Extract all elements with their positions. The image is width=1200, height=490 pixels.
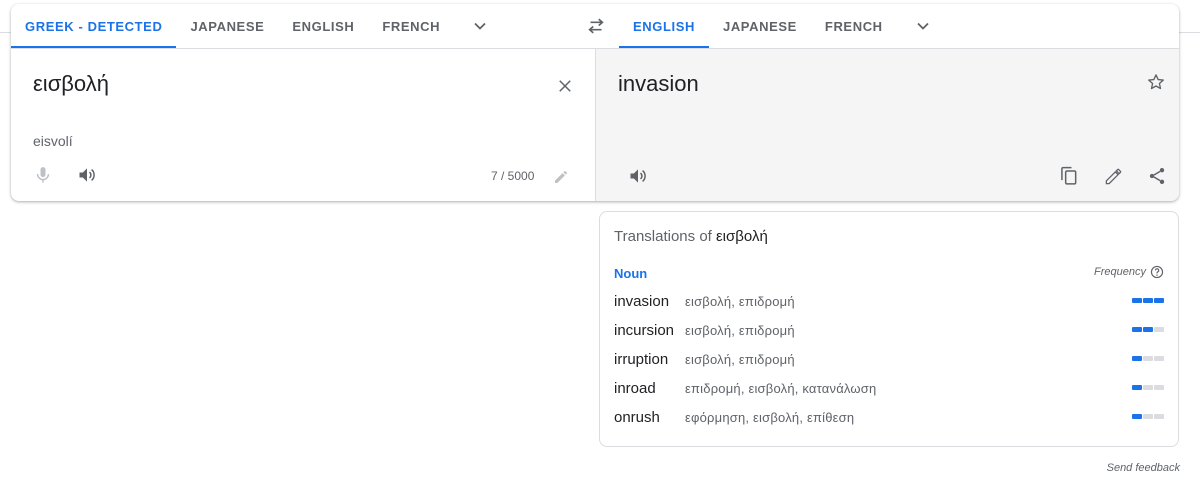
share-translation-button[interactable] [1144,163,1170,189]
frequency-segment [1143,356,1153,361]
frequency-segment [1143,385,1153,390]
target-language-bar: ENGLISH JAPANESE FRENCH [619,4,1179,48]
source-more-languages-button[interactable] [454,4,506,48]
character-count: 7 / 5000 [491,169,535,183]
frequency-label: Frequency [1094,266,1146,278]
listen-source-button[interactable] [74,162,100,188]
source-language-bar: GREEK - DETECTED JAPANESE ENGLISH FRENCH [11,4,595,48]
close-icon [559,80,571,92]
frequency-segment [1154,298,1164,303]
edit-source-button[interactable] [548,164,574,190]
reverse-translations: εισβολή, επιδρομή [685,322,795,338]
dictionary-row: invasion εισβολή, επιδρομή [614,289,1164,313]
send-feedback-link[interactable]: Send feedback [1107,462,1180,474]
pencil-icon [555,171,567,183]
chevron-down-icon [917,22,929,30]
reverse-translations: επιδρομή, εισβολή, κατανάλωση [685,380,877,396]
pencil-icon [1105,168,1121,184]
frequency-bars [1132,385,1164,390]
translator-card: GREEK - DETECTED JAPANESE ENGLISH FRENCH… [11,4,1179,201]
frequency-segment [1154,327,1164,332]
frequency-segment [1154,414,1164,419]
frequency-bars [1132,327,1164,332]
voice-input-button[interactable] [30,162,56,188]
translation-word[interactable]: onrush [614,409,685,426]
frequency-segment [1154,385,1164,390]
share-icon [1149,168,1165,184]
help-icon[interactable] [1150,265,1164,279]
chevron-down-icon [474,22,486,30]
frequency-bars [1132,356,1164,361]
frequency-bars [1132,414,1164,419]
source-text-input[interactable]: εισβολή [33,71,109,97]
translation-pane: invasion [596,49,1179,201]
frequency-segment [1132,298,1142,303]
tab-target-japanese[interactable]: JAPANESE [709,4,811,48]
swap-arrows-icon [588,18,604,34]
dictionary-title-prefix: Translations of [614,228,712,245]
reverse-translations: εισβολή, επιδρομή [685,351,795,367]
target-more-languages-button[interactable] [897,4,949,48]
reverse-translations: εισβολή, επιδρομή [685,293,795,309]
frequency-segment [1132,356,1142,361]
dictionary-row: onrush εφόρμηση, εισβολή, επίθεση [614,405,1164,429]
translation-word[interactable]: invasion [614,293,685,310]
frequency-segment [1132,327,1142,332]
tab-source-english[interactable]: ENGLISH [278,4,368,48]
tab-source-french[interactable]: FRENCH [368,4,454,48]
star-outline-icon [1148,74,1164,90]
swap-languages-button[interactable] [583,14,609,38]
translation-word[interactable]: incursion [614,322,685,339]
copy-translation-button[interactable] [1056,163,1082,189]
dictionary-row: irruption εισβολή, επιδρομή [614,347,1164,371]
source-transliteration: eisvolí [33,133,73,149]
frequency-segment [1143,327,1153,332]
microphone-icon [36,167,50,183]
speaker-icon [79,168,95,182]
part-of-speech-label: Noun [614,266,648,281]
frequency-segment [1132,385,1142,390]
save-translation-button[interactable] [1143,69,1169,95]
speaker-icon [630,169,646,183]
tab-source-greek-detected[interactable]: GREEK - DETECTED [11,4,177,48]
dictionary-row: incursion εισβολή, επιδρομή [614,318,1164,342]
dictionary-title: Translations of εισβολή [614,228,768,245]
tab-target-english[interactable]: ENGLISH [619,4,709,48]
tab-source-japanese[interactable]: JAPANESE [176,4,278,48]
reverse-translations: εφόρμηση, εισβολή, επίθεση [685,409,855,425]
frequency-segment [1132,414,1142,419]
copy-icon [1061,166,1077,185]
translation-output: invasion [618,71,699,96]
frequency-segment [1143,414,1153,419]
translation-word[interactable]: inroad [614,380,685,397]
dictionary-title-word: εισβολή [716,228,768,245]
frequency-header: Frequency [1094,265,1164,279]
frequency-bars [1132,298,1164,303]
source-pane: εισβολή eisvolí 7 / 5000 [11,49,595,201]
dictionary-panel: Translations of εισβολή Noun Frequency i… [599,211,1179,447]
frequency-segment [1143,298,1153,303]
frequency-segment [1154,356,1164,361]
tab-target-french[interactable]: FRENCH [811,4,897,48]
suggest-edit-button[interactable] [1100,163,1126,189]
listen-translation-button[interactable] [625,163,651,189]
dictionary-row: inroad επιδρομή, εισβολή, κατανάλωση [614,376,1164,400]
clear-source-button[interactable] [552,73,578,99]
translation-word[interactable]: irruption [614,351,685,368]
